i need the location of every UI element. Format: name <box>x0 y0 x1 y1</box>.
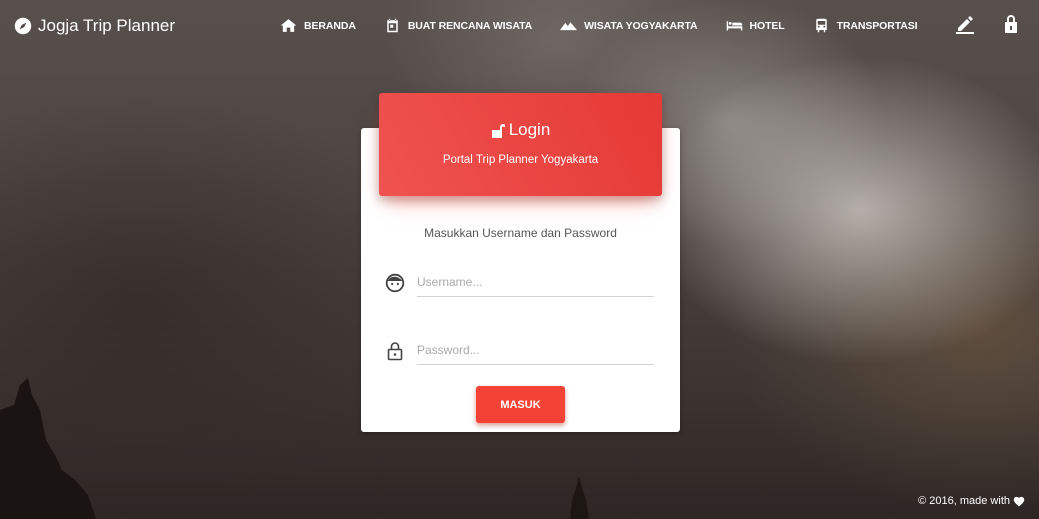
compass-icon <box>14 17 32 35</box>
calendar-icon <box>387 18 398 33</box>
username-input[interactable] <box>417 269 654 297</box>
nav-item-beranda[interactable]: BERANDA <box>280 18 356 33</box>
lock-outline-icon <box>387 342 403 361</box>
brand[interactable]: Jogja Trip Planner <box>14 16 175 36</box>
nav-item-buat-rencana-wisata[interactable]: BUAT RENCANA WISATA <box>384 18 532 33</box>
password-input[interactable] <box>417 337 654 365</box>
lock-icon <box>1005 15 1017 33</box>
home-icon <box>280 19 297 32</box>
login-instruction: Masukkan Username dan Password <box>424 226 617 240</box>
bed-icon <box>726 21 742 31</box>
login-title: Login <box>379 120 662 140</box>
navbar: Jogja Trip Planner BERANDA BUAT RENCANA … <box>0 0 1039 56</box>
pencil-icon <box>956 16 974 34</box>
footer-text: © 2016, made with <box>918 495 1010 507</box>
brand-title: Jogja Trip Planner <box>38 16 176 35</box>
heart-icon <box>1013 496 1025 506</box>
nav-item-wisata-yogyakarta[interactable]: WISATA YOGYAKARTA <box>560 18 698 33</box>
username-field <box>385 267 655 297</box>
nav-menu: BERANDA BUAT RENCANA WISATA WISATA YOGYA… <box>280 18 945 33</box>
register-button[interactable] <box>955 14 975 39</box>
bus-icon <box>815 18 827 33</box>
nav-item-hotel[interactable]: HOTEL <box>726 18 785 33</box>
password-field <box>385 335 655 365</box>
login-subtitle: Portal Trip Planner Yogyakarta <box>442 154 599 166</box>
unlock-icon <box>491 123 505 138</box>
login-card-header: Login Portal Trip Planner Yogyakarta <box>379 93 662 196</box>
footer: © 2016, made with <box>918 495 1025 507</box>
login-button[interactable] <box>1004 14 1018 39</box>
nav-item-transportasi[interactable]: TRANSPORTASI <box>813 18 918 33</box>
masuk-button[interactable]: MASUK <box>476 386 565 423</box>
face-icon <box>385 273 405 293</box>
mountain-icon <box>560 22 578 31</box>
